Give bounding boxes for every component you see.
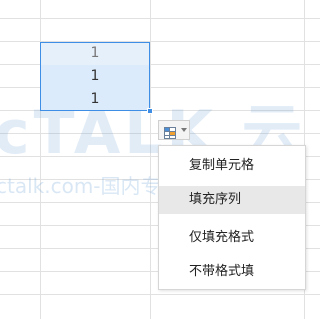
row-gridline — [0, 18, 320, 19]
fill-handle[interactable] — [147, 108, 153, 114]
menu-item-fill-formatting-only[interactable]: 仅填充格式 — [159, 224, 305, 252]
column-gridline — [150, 0, 151, 319]
menu-item-fill-series[interactable]: 填充序列 — [159, 186, 305, 214]
selected-cell[interactable]: 1 — [40, 42, 150, 65]
chevron-down-icon — [181, 128, 187, 132]
menu-item-copy-cells[interactable]: 复制单元格 — [159, 152, 305, 180]
row-gridline — [0, 294, 320, 295]
autofill-options-menu: 复制单元格 填充序列 仅填充格式 不带格式填 — [158, 145, 306, 290]
autofill-options-icon — [164, 124, 176, 139]
menu-item-fill-without-formatting[interactable]: 不带格式填 — [159, 258, 305, 286]
spreadsheet-view: cTALK 云 ctalk.com-国内专业云计算交流 1 1 1 复制单元格 … — [0, 0, 320, 319]
selected-cell[interactable]: 1 — [40, 65, 150, 88]
autofill-options-button[interactable] — [158, 120, 190, 140]
selected-cell[interactable]: 1 — [40, 88, 150, 111]
